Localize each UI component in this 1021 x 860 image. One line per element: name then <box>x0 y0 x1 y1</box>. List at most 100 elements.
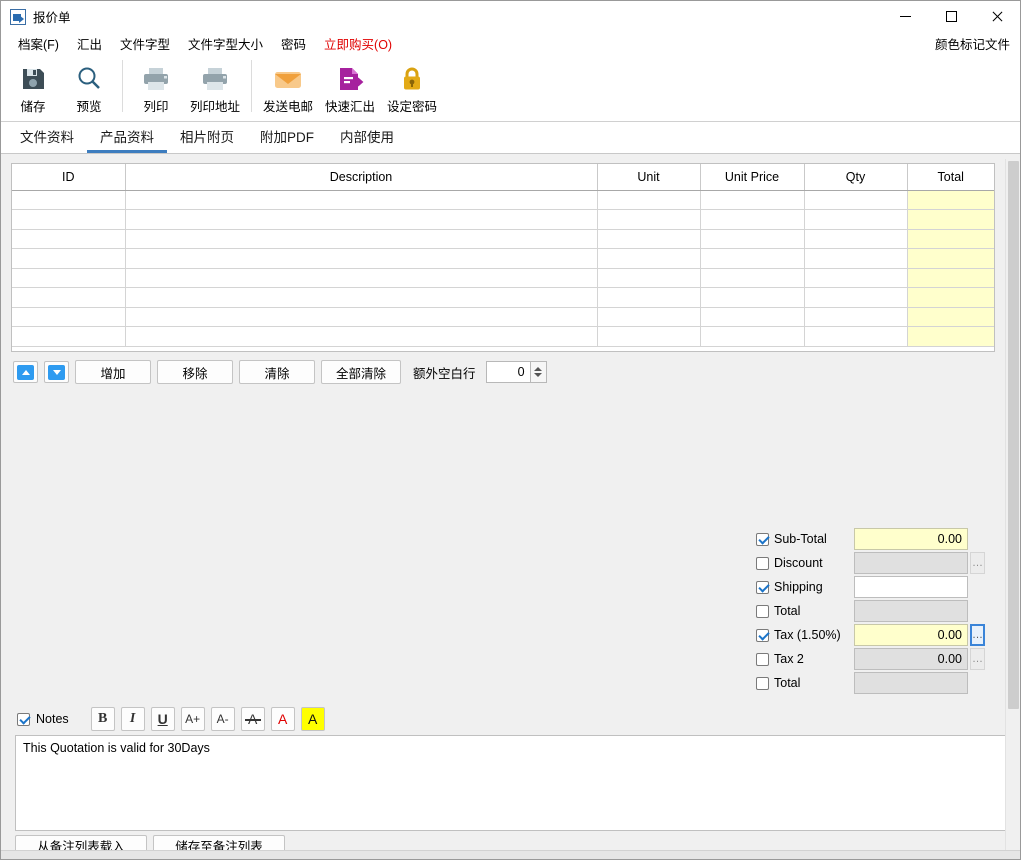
table-row[interactable] <box>12 326 994 347</box>
product-grid[interactable]: ID Description Unit Unit Price Qty Total <box>11 163 995 352</box>
highlight-color-icon[interactable]: A <box>300 707 325 731</box>
tax-2-checkbox[interactable] <box>756 652 769 666</box>
menu-buy-now[interactable]: 立即购买(O) <box>315 32 401 55</box>
move-row-up-button[interactable] <box>13 361 38 383</box>
cell-description[interactable] <box>125 190 598 210</box>
table-row[interactable] <box>12 248 994 269</box>
menu-file[interactable]: 档案(F) <box>9 32 68 55</box>
tax-checkbox[interactable] <box>756 628 769 642</box>
grid-col-id[interactable]: ID <box>12 164 126 191</box>
cell-unit-price[interactable] <box>700 287 805 308</box>
tab-attach-pdf[interactable]: 附加PDF <box>247 122 327 153</box>
toolbar-set-password-button[interactable]: 设定密码 <box>381 58 443 118</box>
cell-unit-price[interactable] <box>700 229 805 249</box>
cell-description[interactable] <box>125 248 598 269</box>
toolbar-print-address-button[interactable]: 列印地址 <box>184 58 246 118</box>
grid-col-qty[interactable]: Qty <box>804 164 908 191</box>
cell-total[interactable] <box>907 209 994 230</box>
cell-total[interactable] <box>907 248 994 269</box>
cell-description[interactable] <box>125 326 598 347</box>
font-color-icon[interactable]: A <box>270 707 295 731</box>
total-1-value[interactable] <box>854 600 968 622</box>
cell-unit[interactable] <box>597 326 701 347</box>
maximize-button[interactable] <box>928 1 974 32</box>
tab-photo-attachment[interactable]: 相片附页 <box>167 122 247 153</box>
notes-checkbox[interactable] <box>17 712 30 726</box>
cell-id[interactable] <box>12 190 126 210</box>
cell-unit[interactable] <box>597 248 701 269</box>
tax-2-value[interactable]: 0.00 <box>854 648 968 670</box>
notes-textarea[interactable]: This Quotation is valid for 30Days <box>15 735 1008 831</box>
cell-unit-price[interactable] <box>700 307 805 327</box>
toolbar-print-button[interactable]: 列印 <box>128 58 184 118</box>
shipping-value[interactable] <box>854 576 968 598</box>
cell-unit[interactable] <box>597 209 701 230</box>
toolbar-save-button[interactable]: 储存 <box>5 58 61 118</box>
cell-description[interactable] <box>125 229 598 249</box>
cell-unit-price[interactable] <box>700 248 805 269</box>
cell-id[interactable] <box>12 229 126 249</box>
clear-row-button[interactable]: 清除 <box>239 360 315 384</box>
toolbar-send-email-button[interactable]: 发送电邮 <box>257 58 319 118</box>
cell-unit[interactable] <box>597 190 701 210</box>
cell-unit[interactable] <box>597 268 701 288</box>
tab-internal-use[interactable]: 内部使用 <box>327 122 407 153</box>
cell-qty[interactable] <box>804 307 908 327</box>
cell-qty[interactable] <box>804 209 908 230</box>
cell-total[interactable] <box>907 307 994 327</box>
discount-options-button[interactable]: … <box>970 552 985 574</box>
cell-qty[interactable] <box>804 190 908 210</box>
spin-up-icon[interactable] <box>534 367 543 371</box>
total-2-checkbox[interactable] <box>756 676 769 690</box>
cell-id[interactable] <box>12 209 126 230</box>
add-row-button[interactable]: 增加 <box>75 360 151 384</box>
close-button[interactable] <box>974 1 1020 32</box>
tax-2-options-button[interactable]: … <box>970 648 985 670</box>
grid-col-unit-price[interactable]: Unit Price <box>700 164 805 191</box>
cell-unit-price[interactable] <box>700 326 805 347</box>
tax-value[interactable]: 0.00 <box>854 624 968 646</box>
toolbar-preview-button[interactable]: 预览 <box>61 58 117 118</box>
tab-document-info[interactable]: 文件资料 <box>7 122 87 153</box>
spin-down-icon[interactable] <box>534 373 543 377</box>
cell-id[interactable] <box>12 326 126 347</box>
menu-document-font[interactable]: 文件字型 <box>111 32 179 55</box>
table-row[interactable] <box>12 287 994 308</box>
cell-unit[interactable] <box>597 229 701 249</box>
underline-icon[interactable]: U <box>150 707 175 731</box>
clear-all-button[interactable]: 全部清除 <box>321 360 401 384</box>
cell-description[interactable] <box>125 307 598 327</box>
font-increase-icon[interactable]: A+ <box>180 707 205 731</box>
table-row[interactable] <box>12 209 994 230</box>
table-row[interactable] <box>12 268 994 288</box>
cell-description[interactable] <box>125 209 598 230</box>
table-row[interactable] <box>12 190 994 210</box>
cell-unit-price[interactable] <box>700 190 805 210</box>
shipping-checkbox[interactable] <box>756 580 769 594</box>
tax-options-button[interactable]: … <box>970 624 985 646</box>
cell-unit-price[interactable] <box>700 268 805 288</box>
grid-col-description[interactable]: Description <box>125 164 598 191</box>
cell-id[interactable] <box>12 248 126 269</box>
cell-id[interactable] <box>12 307 126 327</box>
extra-blank-rows-spin-buttons[interactable] <box>529 361 547 383</box>
vertical-scrollbar-thumb[interactable] <box>1008 161 1019 709</box>
remove-row-button[interactable]: 移除 <box>157 360 233 384</box>
cell-description[interactable] <box>125 287 598 308</box>
total-1-checkbox[interactable] <box>756 604 769 618</box>
tab-product-info[interactable]: 产品资料 <box>87 122 167 153</box>
vertical-scrollbar[interactable] <box>1005 159 1020 853</box>
grid-col-total[interactable]: Total <box>907 164 994 191</box>
cell-id[interactable] <box>12 268 126 288</box>
extra-blank-rows-input[interactable]: 0 <box>485 361 530 383</box>
total-2-value[interactable] <box>854 672 968 694</box>
cell-total[interactable] <box>907 326 994 347</box>
cell-unit[interactable] <box>597 287 701 308</box>
font-decrease-icon[interactable]: A- <box>210 707 235 731</box>
cell-qty[interactable] <box>804 287 908 308</box>
toolbar-quick-export-button[interactable]: 快速汇出 <box>319 58 381 118</box>
cell-qty[interactable] <box>804 326 908 347</box>
move-row-down-button[interactable] <box>44 361 69 383</box>
grid-col-unit[interactable]: Unit <box>597 164 701 191</box>
cell-total[interactable] <box>907 268 994 288</box>
